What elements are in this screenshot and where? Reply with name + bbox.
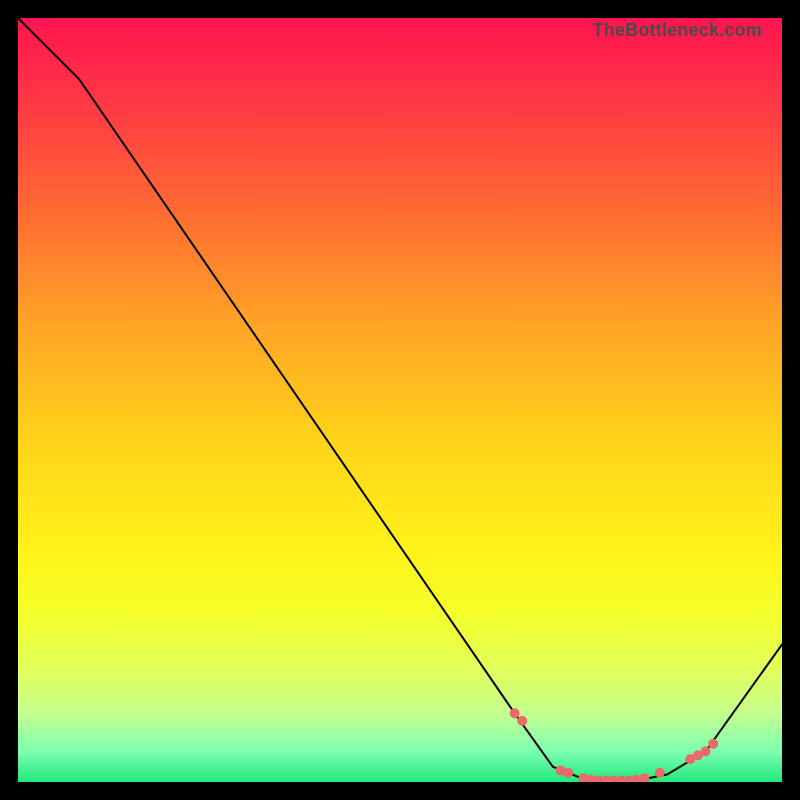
chart-overlay xyxy=(18,18,782,782)
bottleneck-curve xyxy=(18,18,782,782)
plot-area: TheBottleneck.com xyxy=(18,18,782,782)
highlight-dot xyxy=(655,768,665,778)
highlight-dot xyxy=(563,768,573,778)
highlight-dot xyxy=(517,716,527,726)
highlight-dot xyxy=(640,773,650,782)
highlight-dot xyxy=(708,739,718,749)
highlight-dot xyxy=(510,708,520,718)
chart-frame: TheBottleneck.com xyxy=(0,0,800,800)
highlight-dot xyxy=(701,746,711,756)
highlight-dots-group xyxy=(510,708,719,782)
